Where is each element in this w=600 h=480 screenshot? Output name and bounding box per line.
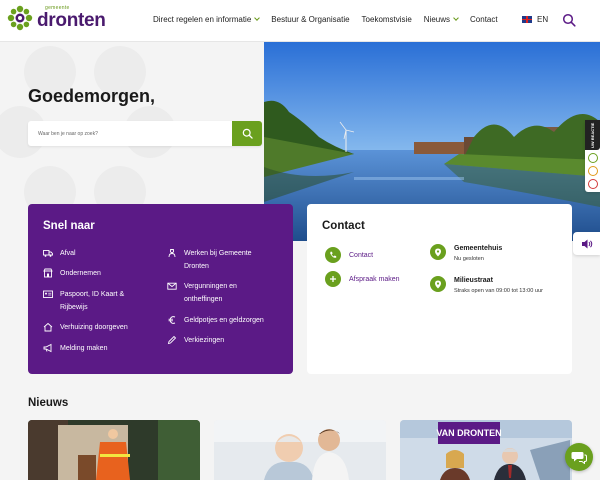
nav-item-label: Nieuws bbox=[423, 15, 451, 24]
quick-link-label: Verhuizing doorgeven bbox=[60, 324, 128, 331]
location-title: Gemeentehuis bbox=[454, 245, 503, 252]
contact-panel: Contact Contact Afspraak maken Gemeenteh… bbox=[307, 204, 572, 374]
news-card[interactable] bbox=[28, 420, 200, 480]
location-milieustraat[interactable]: Milieustraat Straks open van 09:00 tot 1… bbox=[430, 275, 543, 296]
quick-link-label: Werken bij Gemeente Dronten bbox=[184, 250, 252, 270]
quick-link-afval[interactable]: Afval bbox=[43, 247, 140, 260]
chevron-down-icon bbox=[254, 15, 261, 21]
nav-item-label: Contact bbox=[470, 15, 498, 24]
quick-link-label: Afval bbox=[60, 250, 76, 257]
location-title: Milieustraat bbox=[454, 277, 493, 284]
quick-link-melding[interactable]: Melding maken bbox=[43, 342, 140, 355]
map-pin-icon bbox=[430, 244, 446, 260]
nav-item-label: Bestuur & Organisatie bbox=[271, 15, 350, 24]
euro-icon bbox=[168, 316, 176, 324]
gemeente-dronten-logo[interactable]: gemeente dronten bbox=[7, 5, 106, 31]
worker-icon bbox=[168, 248, 176, 258]
contact-link[interactable]: Contact bbox=[325, 247, 373, 263]
id-card-icon bbox=[43, 290, 53, 298]
truck-icon bbox=[43, 250, 53, 257]
appointment-link-label: Afspraak maken bbox=[349, 275, 400, 283]
logo-flower-icon bbox=[7, 5, 33, 31]
quick-link-ondernemen[interactable]: Ondernemen bbox=[43, 267, 140, 280]
nav-item-toekomstvisie[interactable]: Toekomstvisie bbox=[362, 15, 412, 24]
quick-link-vergunningen[interactable]: Vergunningen en ontheffingen bbox=[167, 280, 264, 306]
news-banner-text: VAN DRONTEN bbox=[436, 428, 501, 438]
main-nav: Direct regelen en informatie Bestuur & O… bbox=[153, 15, 510, 24]
nav-item-direct-regelen[interactable]: Direct regelen en informatie bbox=[153, 15, 261, 24]
location-status: Nu gesloten bbox=[454, 256, 484, 262]
nav-item-label: Direct regelen en informatie bbox=[153, 15, 252, 24]
megaphone-icon bbox=[43, 343, 52, 353]
search-input[interactable] bbox=[28, 121, 232, 146]
news-image-van-dronten: VAN DRONTEN bbox=[400, 420, 572, 480]
location-gemeentehuis[interactable]: Gemeentehuis Nu gesloten bbox=[430, 243, 502, 264]
contact-title: Contact bbox=[322, 220, 365, 232]
read-aloud-button[interactable] bbox=[573, 232, 600, 255]
pencil-icon bbox=[167, 335, 177, 345]
quick-link-werken[interactable]: Werken bij Gemeente Dronten bbox=[167, 247, 264, 273]
happy-face-icon[interactable] bbox=[587, 153, 598, 163]
map-pin-icon bbox=[430, 276, 446, 292]
sad-face-icon[interactable] bbox=[587, 179, 598, 189]
quick-link-label: Melding maken bbox=[60, 345, 108, 352]
feedback-tab[interactable]: UW REACTIE bbox=[585, 120, 600, 192]
site-search bbox=[28, 121, 262, 146]
quick-link-paspoort[interactable]: Paspoort, ID Kaart & Rijbewijs bbox=[43, 288, 140, 314]
quick-link-label: Geldpotjes en geldzorgen bbox=[184, 317, 264, 324]
home-icon bbox=[43, 322, 53, 332]
search-icon bbox=[242, 128, 253, 139]
quick-link-geldpotjes[interactable]: Geldpotjes en geldzorgen bbox=[167, 314, 284, 327]
chevron-down-icon bbox=[453, 15, 459, 21]
quick-links-title: Snel naar bbox=[43, 220, 95, 232]
contact-link-label: Contact bbox=[349, 251, 374, 259]
news-image-worker bbox=[28, 420, 200, 480]
greeting-heading: Goedemorgen, bbox=[28, 86, 156, 106]
speaker-icon bbox=[581, 239, 592, 248]
news-image-elderly bbox=[214, 420, 386, 480]
uk-flag-icon bbox=[522, 16, 532, 23]
chat-bubble-icon bbox=[571, 452, 587, 464]
search-icon[interactable] bbox=[562, 13, 576, 27]
quick-link-verkiezingen[interactable]: Verkiezingen bbox=[167, 334, 264, 347]
quick-links-panel: Snel naar Afval Ondernemen Paspoort, ID … bbox=[28, 204, 293, 374]
quick-link-verhuizing[interactable]: Verhuizing doorgeven bbox=[43, 321, 160, 334]
plus-icon bbox=[325, 271, 341, 287]
appointment-link[interactable]: Afspraak maken bbox=[325, 271, 400, 287]
logo-title: dronten bbox=[37, 10, 106, 31]
news-section-title: Nieuws bbox=[28, 397, 69, 409]
quick-link-label: Verkiezingen bbox=[184, 337, 225, 344]
news-card[interactable]: VAN DRONTEN bbox=[400, 420, 572, 480]
shop-icon bbox=[43, 268, 53, 278]
quick-link-label: Paspoort, ID Kaart & Rijbewijs bbox=[60, 291, 125, 311]
nav-item-label: Toekomstvisie bbox=[361, 15, 412, 24]
nav-item-bestuur[interactable]: Bestuur & Organisatie bbox=[271, 15, 349, 24]
envelope-icon bbox=[167, 282, 177, 290]
chat-button[interactable] bbox=[565, 443, 593, 471]
news-card[interactable] bbox=[214, 420, 386, 480]
nav-item-contact[interactable]: Contact bbox=[470, 15, 498, 24]
search-button[interactable] bbox=[232, 121, 262, 146]
quick-link-label: Vergunningen en ontheffingen bbox=[184, 283, 237, 303]
neutral-face-icon[interactable] bbox=[587, 166, 598, 176]
site-header: gemeente dronten Direct regelen en infor… bbox=[0, 0, 600, 42]
nav-item-nieuws[interactable]: Nieuws bbox=[423, 15, 459, 24]
language-switch[interactable]: EN bbox=[522, 15, 548, 24]
quick-link-label: Ondernemen bbox=[60, 270, 101, 277]
location-status: Straks open van 09:00 tot 13:00 uur bbox=[454, 288, 543, 294]
language-label: EN bbox=[537, 15, 549, 24]
feedback-label: UW REACTIE bbox=[585, 120, 600, 150]
phone-icon bbox=[325, 247, 341, 263]
